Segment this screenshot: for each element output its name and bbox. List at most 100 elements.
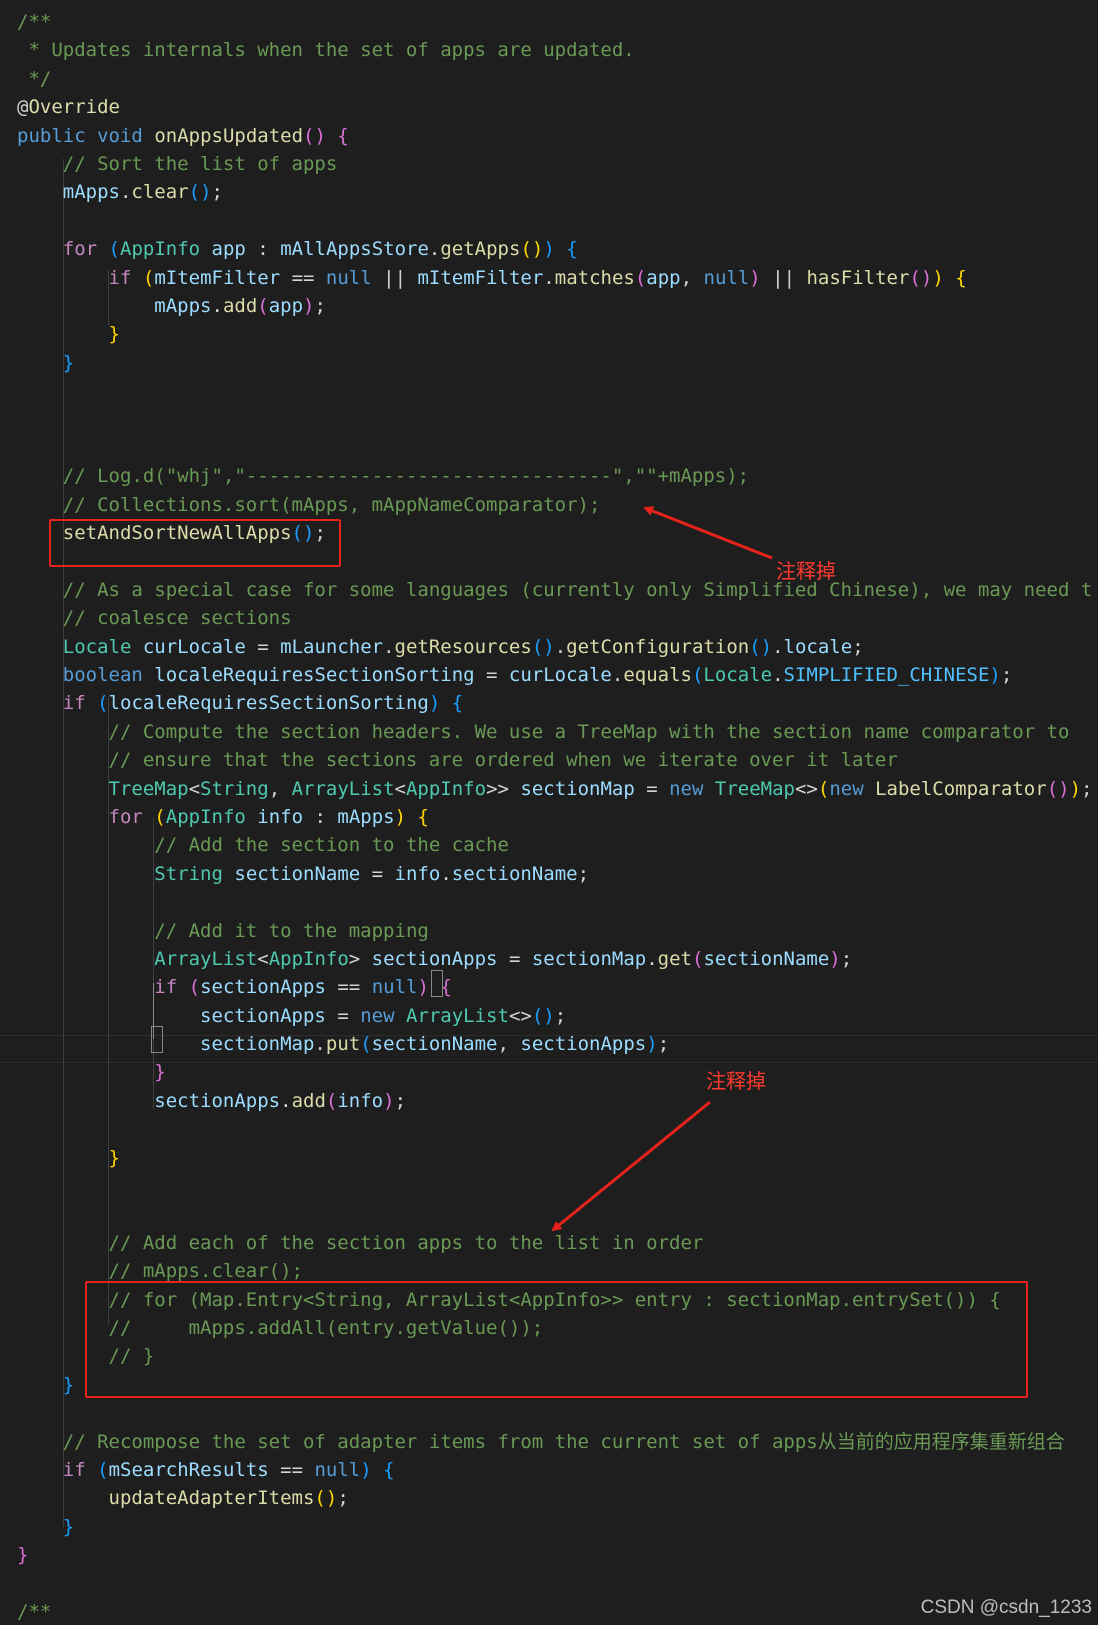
code-line[interactable]: } — [0, 1513, 1098, 1541]
code-line-empty[interactable] — [0, 1172, 1098, 1200]
code-line[interactable]: ArrayList<AppInfo> sectionApps = section… — [0, 945, 1098, 973]
code-token: . — [646, 947, 658, 970]
code-line-empty[interactable] — [0, 377, 1098, 405]
code-line[interactable]: // Recompose the set of adapter items fr… — [0, 1428, 1098, 1456]
code-line[interactable]: public void onAppsUpdated() { — [0, 122, 1098, 150]
code-token: null — [371, 976, 418, 999]
code-line[interactable]: @Override — [0, 93, 1098, 121]
code-line[interactable]: mApps.add(app); — [0, 292, 1098, 320]
code-line[interactable]: if (localeRequiresSectionSorting) { — [0, 689, 1098, 717]
code-line[interactable]: Locale curLocale = mLauncher.getResource… — [0, 633, 1098, 661]
code-token: mAllAppsStore — [280, 238, 429, 261]
code-editor[interactable]: /** * Updates internals when the set of … — [0, 0, 1098, 1625]
code-line[interactable]: // Add it to the mapping — [0, 917, 1098, 945]
code-token: sectionApps — [200, 1004, 326, 1027]
code-token: ; — [1000, 663, 1013, 686]
code-line[interactable]: /** — [0, 8, 1098, 36]
code-line[interactable]: if (mSearchResults == null) { — [0, 1456, 1098, 1484]
code-token: new — [360, 1004, 395, 1027]
code-line[interactable]: * Updates internals when the set of apps… — [0, 36, 1098, 64]
code-token: // Add each of the section apps to the l… — [108, 1231, 704, 1254]
code-line[interactable]: TreeMap<String, ArrayList<AppInfo>> sect… — [0, 775, 1098, 803]
code-line[interactable]: } — [0, 349, 1098, 377]
code-token: () — [303, 124, 326, 147]
code-token: = — [325, 1004, 361, 1027]
code-line[interactable]: // Add the section to the cache — [0, 831, 1098, 859]
code-token: < — [188, 777, 201, 800]
code-line[interactable]: // Log.d("whj","------------------------… — [0, 462, 1098, 490]
code-line[interactable]: // ensure that the sections are ordered … — [0, 746, 1098, 774]
code-token: if — [108, 266, 132, 289]
code-line[interactable]: */ — [0, 65, 1098, 93]
code-token: () — [749, 635, 773, 658]
code-line[interactable]: if (mItemFilter == null || mItemFilter.m… — [0, 264, 1098, 292]
code-line[interactable]: // As a special case for some languages … — [0, 576, 1098, 604]
code-line-empty[interactable] — [0, 405, 1098, 433]
code-line[interactable]: mApps.clear(); — [0, 178, 1098, 206]
code-line-empty[interactable] — [0, 1399, 1098, 1427]
code-token: // Add the section to the cache — [154, 834, 509, 857]
code-token: // Sort the list of apps — [62, 152, 338, 175]
code-line-empty[interactable] — [0, 1569, 1098, 1597]
code-line[interactable]: // coalesce sections — [0, 604, 1098, 632]
annotation-box-setAndSort — [49, 519, 341, 567]
code-line[interactable]: sectionApps.add(info); — [0, 1087, 1098, 1115]
code-token: ) — [1069, 777, 1082, 800]
code-token: ( — [691, 663, 704, 686]
code-token: > — [348, 947, 372, 970]
code-line[interactable]: // Sort the list of apps — [0, 150, 1098, 178]
bracket-match-open — [431, 970, 443, 997]
code-line-empty[interactable] — [0, 888, 1098, 916]
code-line[interactable]: // Add each of the section apps to the l… — [0, 1229, 1098, 1257]
code-token: { — [417, 805, 429, 828]
code-token: ArrayList — [405, 1004, 509, 1027]
code-line-empty[interactable] — [0, 434, 1098, 462]
code-line[interactable]: String sectionName = info.sectionName; — [0, 860, 1098, 888]
code-token: ( — [634, 266, 647, 289]
code-line[interactable]: } — [0, 1541, 1098, 1569]
code-token: () — [531, 1004, 555, 1027]
code-line[interactable]: sectionMap.put(sectionName, sectionApps)… — [0, 1030, 1098, 1058]
code-line[interactable]: boolean localeRequiresSectionSorting = c… — [0, 661, 1098, 689]
code-token: ( — [97, 1458, 109, 1481]
code-token: // Log.d("whj","------------------------… — [62, 465, 750, 488]
code-token: mSearchResults — [108, 1458, 269, 1481]
code-line-empty[interactable] — [0, 1115, 1098, 1143]
code-line[interactable]: } — [0, 1058, 1098, 1086]
code-line[interactable]: if (sectionApps == null) { — [0, 973, 1098, 1001]
code-token: ; — [840, 947, 853, 970]
annotation-label-2: 注释掉 — [706, 1069, 766, 1093]
code-token: @ — [17, 96, 29, 119]
code-line[interactable]: // Compute the section headers. We use a… — [0, 718, 1098, 746]
code-line[interactable]: for (AppInfo app : mAllAppsStore.getApps… — [0, 235, 1098, 263]
code-line-empty[interactable] — [0, 207, 1098, 235]
code-token: = — [474, 663, 509, 686]
code-token: ; — [554, 1004, 567, 1027]
code-token: { — [955, 266, 967, 289]
code-line[interactable]: } — [0, 320, 1098, 348]
code-token: } — [108, 1146, 120, 1169]
annotation-box-commented-loop — [85, 1281, 1028, 1398]
code-token: ( — [817, 777, 830, 800]
code-line[interactable]: } — [0, 1144, 1098, 1172]
code-token: () — [909, 266, 933, 289]
code-line[interactable]: for (AppInfo info : mApps) { — [0, 803, 1098, 831]
code-line-empty[interactable] — [0, 1200, 1098, 1228]
code-token: if — [62, 692, 86, 715]
code-line[interactable]: // Collections.sort(mApps, mAppNameCompa… — [0, 491, 1098, 519]
code-line[interactable]: updateAdapterItems(); — [0, 1484, 1098, 1512]
code-token: // Add it to the mapping — [154, 919, 429, 942]
code-line[interactable]: sectionApps = new ArrayList<>(); — [0, 1002, 1098, 1030]
